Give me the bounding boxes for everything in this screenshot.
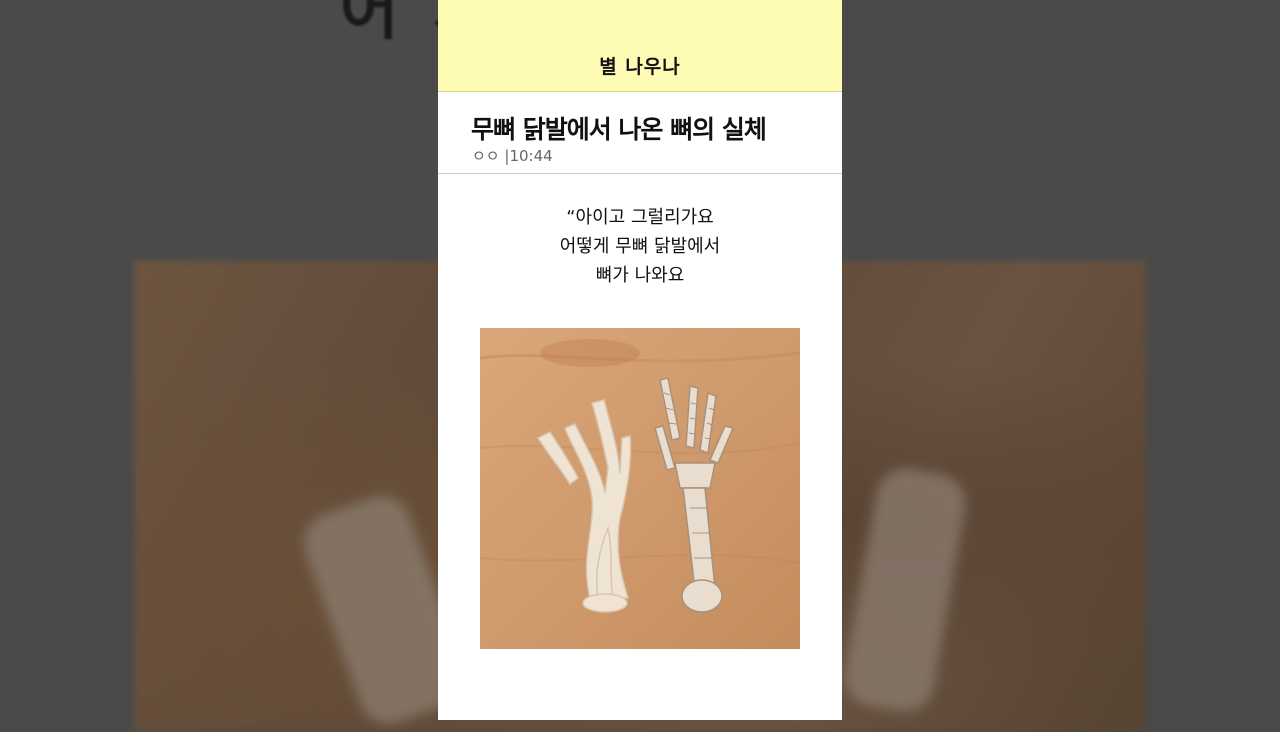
quote-line: “아이고 그럴리가요 (566, 207, 714, 228)
quote-line: 어떻게 무뼈 닭발에서 (559, 236, 721, 257)
article-card: 별 나우나 무뼈 닭발에서 나온 뼈의 실체 ㅇㅇ |10:44 “아이고 그럴… (438, 0, 842, 720)
article-headline: 무뼈 닭발에서 나온 뼈의 실체 (471, 115, 767, 144)
article-byline: ㅇㅇ |10:44 (472, 145, 553, 166)
author-name: ㅇㅇ (472, 147, 500, 165)
header-divider (438, 173, 842, 174)
post-time: 10:44 (509, 147, 553, 165)
brand-logo[interactable]: 별 나우나 (438, 52, 842, 79)
quote-line: 뼈가 나와요 (595, 265, 685, 286)
article-quote: “아이고 그럴리가요 어떻게 무뼈 닭발에서 뼈가 나와요 (438, 203, 842, 290)
brand-bar: 별 나우나 (438, 0, 842, 92)
chicken-feet-bones-photo[interactable] (480, 328, 800, 649)
photo-illustration (480, 328, 800, 649)
